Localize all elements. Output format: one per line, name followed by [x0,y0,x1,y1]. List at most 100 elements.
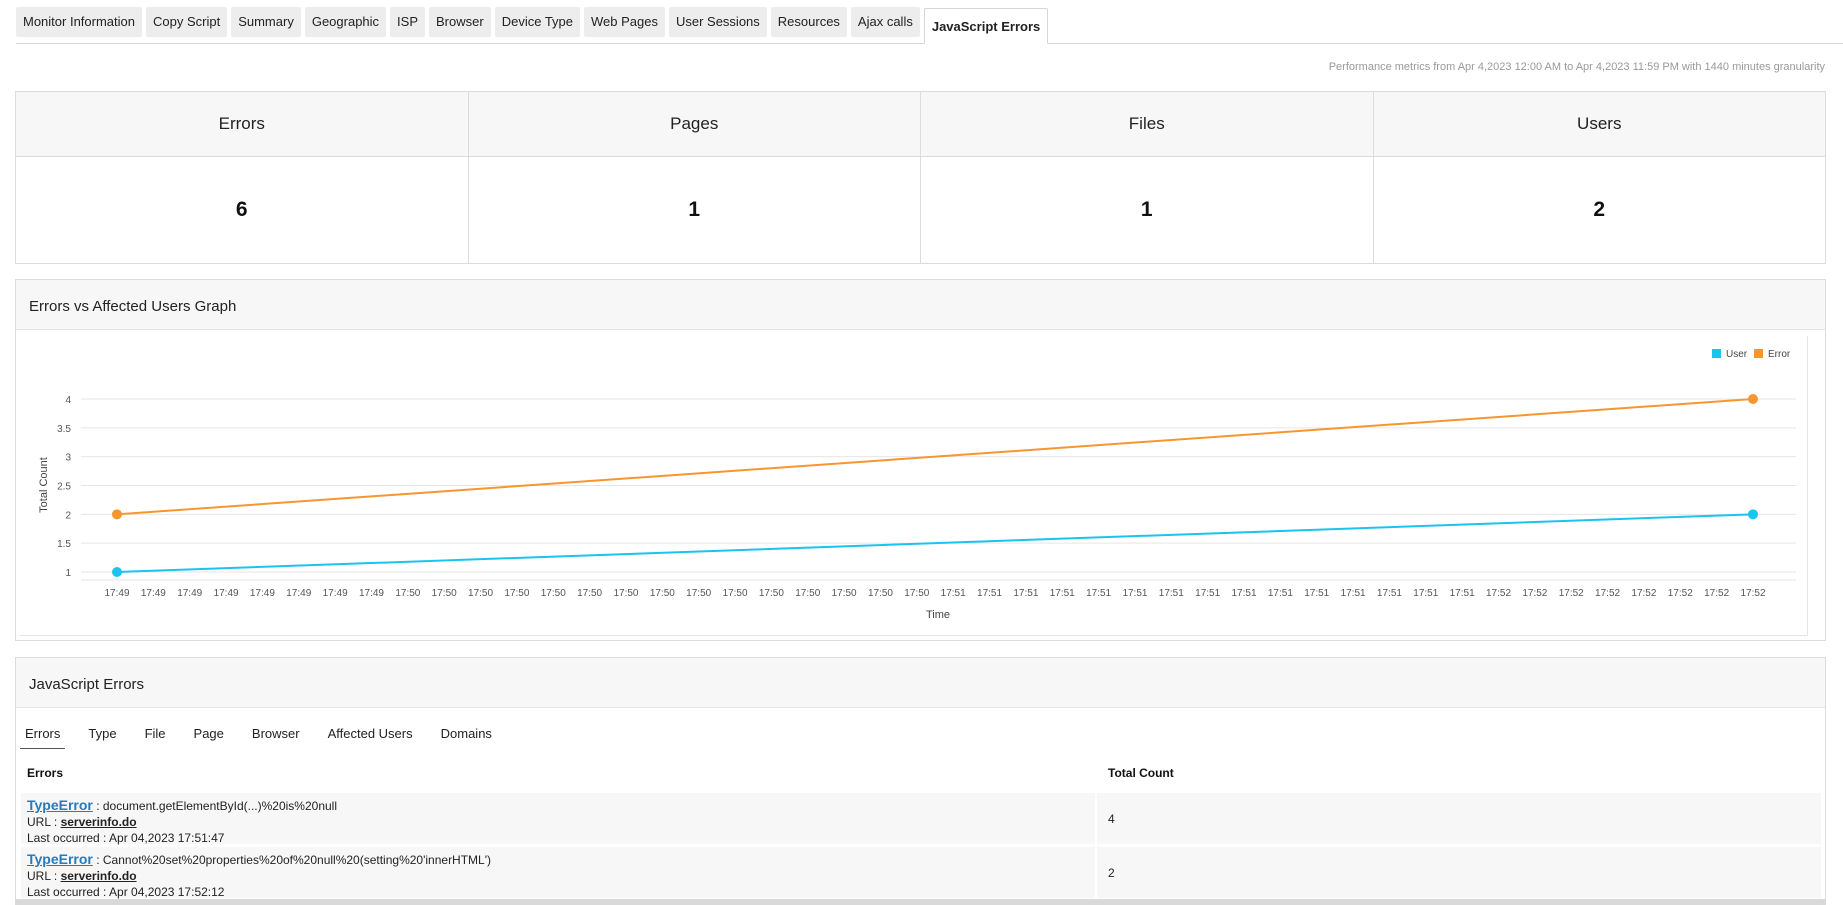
tab-resources[interactable]: Resources [770,7,847,37]
x-tick-label: 17:52 [1559,588,1584,599]
subtab-affected-users[interactable]: Affected Users [323,720,418,749]
tab-web-pages[interactable]: Web Pages [584,7,665,37]
column-header-total-count[interactable]: Total Count [1097,766,1174,780]
tab-monitor-information[interactable]: Monitor Information [16,7,142,37]
x-tick-label: 17:49 [323,588,348,599]
x-tick-label: 17:51 [1050,588,1075,599]
tab-summary[interactable]: Summary [231,7,301,37]
y-tick-label: 3.5 [57,424,71,435]
chart-area: 1 1.5 2 2.5 3 3.5 4 17:49 17:49 17:49 17:49 17:49 17… [20,336,1808,636]
y-tick-label: 1 [65,568,71,579]
y-axis-title: Total Count [38,457,50,513]
x-tick-label: 17:52 [1704,588,1729,599]
x-tick-label: 17:51 [1195,588,1220,599]
error-url-line: URL : serverinfo.do [27,868,1089,884]
subtab-errors[interactable]: Errors [20,720,66,749]
x-tick-label: 17:49 [141,588,166,599]
data-point-error [112,509,122,520]
subtab-type[interactable]: Type [83,720,121,749]
subtab-domains[interactable]: Domains [436,720,497,749]
x-tick-label: 17:51 [1268,588,1293,599]
error-url-link[interactable]: serverinfo.do [61,815,137,829]
x-tick-label: 17:52 [1740,588,1765,599]
summary-errors-label: Errors [16,92,468,157]
error-line: TypeError : document.getElementById(...)… [27,797,1089,814]
x-tick-label: 17:52 [1486,588,1511,599]
tab-isp[interactable]: ISP [390,7,426,37]
error-total-count: 4 [1108,811,1115,826]
summary-pages-label: Pages [468,92,920,157]
scroll-edge [15,899,1826,905]
error-type-link[interactable]: TypeError [27,797,93,813]
tab-javascript-errors[interactable]: JavaScript Errors [923,8,1049,44]
javascript-errors-panel: JavaScript Errors Errors Type File Page … [15,657,1826,905]
x-tick-label: 17:52 [1522,588,1547,599]
y-tick-label: 1.5 [57,539,71,550]
legend-swatch-error [1754,349,1763,358]
errors-table: Errors Total Count TypeError : document.… [21,756,1821,899]
x-tick-label: 17:51 [1413,588,1438,599]
summary-files: Files 1 [921,92,1374,263]
subtab-browser[interactable]: Browser [247,720,305,749]
error-url-line: URL : serverinfo.do [27,814,1089,830]
x-tick-label: 17:50 [432,588,457,599]
x-tick-label: 17:50 [541,588,566,599]
y-tick-label: 4 [65,395,71,406]
x-tick-label: 17:49 [214,588,239,599]
x-tick-label: 17:52 [1631,588,1656,599]
x-tick-label: 17:50 [613,588,638,599]
summary-pages-value: 1 [688,198,701,221]
table-row: TypeError : Cannot%20set%20properties%20… [21,847,1821,899]
x-tick-label: 17:50 [686,588,711,599]
error-details: TypeError : document.getElementById(...)… [21,793,1097,845]
x-tick-label: 17:50 [868,588,893,599]
data-point-user [112,567,122,577]
x-tick-label: 17:50 [577,588,602,599]
last-occurred: Last occurred : Apr 04,2023 17:51:47 [27,831,225,845]
error-message: : Cannot%20set%20properties%20of%20null%… [92,853,492,867]
x-tick-label: 17:51 [1304,588,1329,599]
summary-users-label: Users [1373,92,1825,157]
tab-ajax-calls[interactable]: Ajax calls [850,7,920,37]
performance-metrics-range: Performance metrics from Apr 4,2023 12:0… [1328,61,1825,73]
x-tick-label: 17:50 [723,588,748,599]
x-tick-label: 17:51 [1159,588,1184,599]
error-url-link[interactable]: serverinfo.do [61,869,137,883]
x-tick-label: 17:49 [104,588,129,599]
legend-label-error: Error [1768,349,1791,360]
tab-browser[interactable]: Browser [429,7,491,37]
legend-swatch-user [1712,349,1721,358]
x-tick-label: 17:50 [904,588,929,599]
error-line: TypeError : Cannot%20set%20properties%20… [27,851,1089,868]
x-tick-label: 17:49 [177,588,202,599]
errors-panel-title: JavaScript Errors [16,658,1825,708]
summary-users: Users 2 [1373,92,1825,263]
errors-table-header: Errors Total Count [21,756,1821,790]
tab-copy-script[interactable]: Copy Script [146,7,228,37]
y-tick-label: 2 [65,510,71,521]
summary-files-value: 1 [1140,198,1153,221]
x-tick-label: 17:49 [286,588,311,599]
x-tick-label: 17:51 [1232,588,1257,599]
subtab-file[interactable]: File [140,720,171,749]
x-tick-label: 17:51 [941,588,966,599]
last-occurred: Last occurred : Apr 04,2023 17:52:12 [27,885,225,899]
tab-bar: Monitor Information Copy Script Summary … [16,7,1843,44]
tab-device-type[interactable]: Device Type [494,7,580,37]
error-total-count: 2 [1108,865,1115,880]
y-tick-label: 3 [65,453,71,464]
summary-errors: Errors 6 [16,92,469,263]
subtab-page[interactable]: Page [189,720,229,749]
tab-user-sessions[interactable]: User Sessions [668,7,767,37]
x-tick-label: 17:51 [1341,588,1366,599]
summary-users-value: 2 [1593,198,1606,221]
x-tick-label: 17:50 [759,588,784,599]
column-header-errors[interactable]: Errors [21,766,1097,780]
errors-subtabs: Errors Type File Page Browser Affected U… [20,720,515,749]
data-point-user [1748,509,1758,520]
error-message: : document.getElementById(...)%20is%20nu… [92,799,337,813]
tab-geographic[interactable]: Geographic [304,7,387,37]
errors-vs-users-chart: 1 1.5 2 2.5 3 3.5 4 17:49 17:49 17:49 17:49 17:49 17… [38,349,1796,621]
summary-pages: Pages 1 [468,92,921,263]
error-type-link[interactable]: TypeError [27,851,93,867]
